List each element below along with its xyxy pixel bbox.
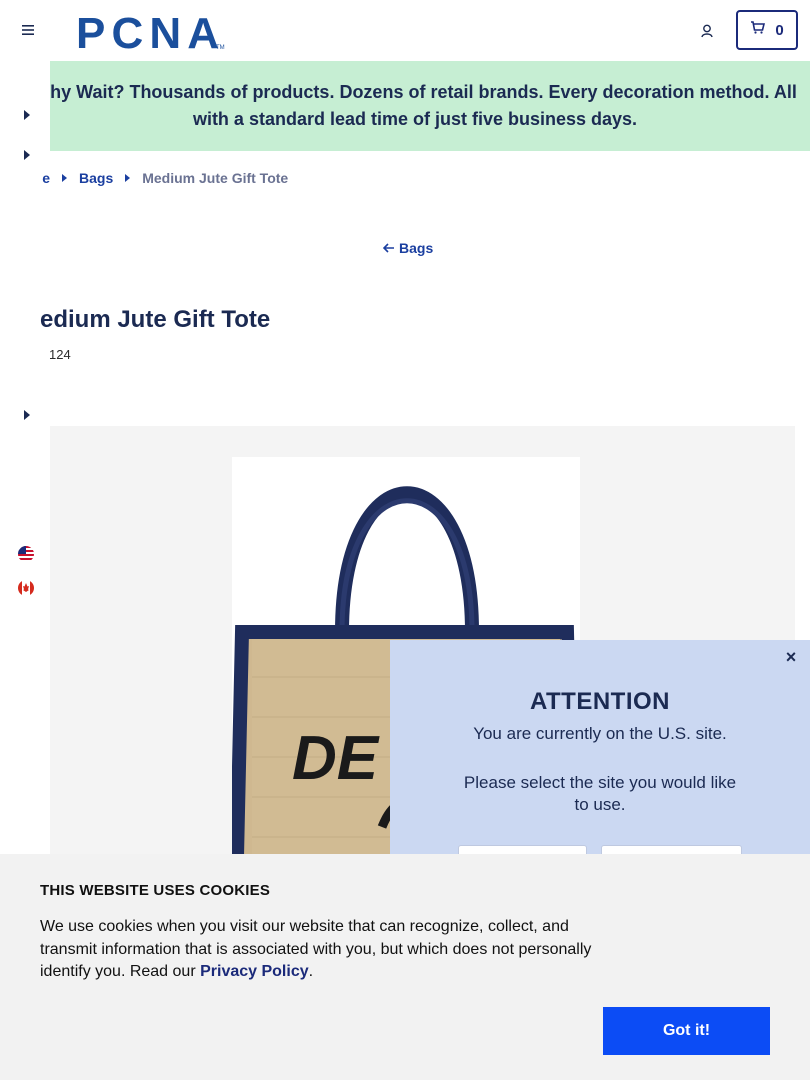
breadcrumb-home[interactable]: Home (42, 170, 50, 186)
modal-current-site-text: You are currently on the U.S. site. (473, 724, 727, 743)
modal-instruction-text: Please select the site you would like to… (463, 773, 737, 814)
accept-cookies-button[interactable]: Got it! (603, 1007, 770, 1055)
back-link-label: Bags (399, 240, 434, 256)
back-to-bags-link[interactable]: Bags (382, 240, 434, 256)
caret-right-icon[interactable] (24, 107, 34, 120)
canada-flag-icon[interactable] (17, 579, 35, 597)
user-icon[interactable] (697, 20, 719, 42)
promo-banner-text: Why Wait? Thousands of products. Dozens … (50, 82, 797, 129)
svg-text:DE: DE (292, 724, 380, 793)
pcna-logo[interactable]: PCNA TM (76, 9, 226, 58)
caret-right-icon (62, 174, 67, 182)
logo-text: PCNA (76, 11, 218, 51)
cart-icon (750, 21, 766, 39)
caret-right-icon[interactable] (24, 407, 34, 420)
cookie-body-period: . (308, 963, 314, 980)
svg-text:TM: TM (216, 45, 225, 51)
cookie-title: THIS WEBSITE USES COOKIES (40, 882, 271, 899)
privacy-policy-link[interactable]: Privacy Policy (200, 963, 309, 980)
breadcrumb-bags[interactable]: Bags (79, 170, 113, 186)
promo-banner: Why Wait? Thousands of products. Dozens … (50, 61, 810, 151)
product-sku: 124 (49, 347, 71, 362)
menu-icon[interactable] (18, 20, 38, 40)
caret-right-icon[interactable] (24, 147, 34, 160)
breadcrumb-current: Medium Jute Gift Tote (142, 170, 289, 186)
product-title: Medium Jute Gift Tote (40, 306, 271, 333)
arrow-left-icon (382, 240, 395, 256)
breadcrumb: Home Bags Medium Jute Gift Tote (42, 169, 289, 187)
site-header: PCNA TM 0 (0, 0, 810, 61)
cart-button[interactable]: 0 (736, 10, 798, 50)
close-icon[interactable]: × (782, 648, 800, 666)
us-flag-icon[interactable] (17, 545, 35, 563)
modal-title: ATTENTION (529, 688, 671, 715)
cookie-body-text: We use cookies when you visit our websit… (40, 918, 592, 980)
cookie-body: We use cookies when you visit our websit… (40, 916, 610, 984)
caret-right-icon (125, 174, 131, 182)
cookie-banner: THIS WEBSITE USES COOKIES We use cookies… (0, 854, 810, 1080)
cart-count: 0 (775, 21, 784, 39)
